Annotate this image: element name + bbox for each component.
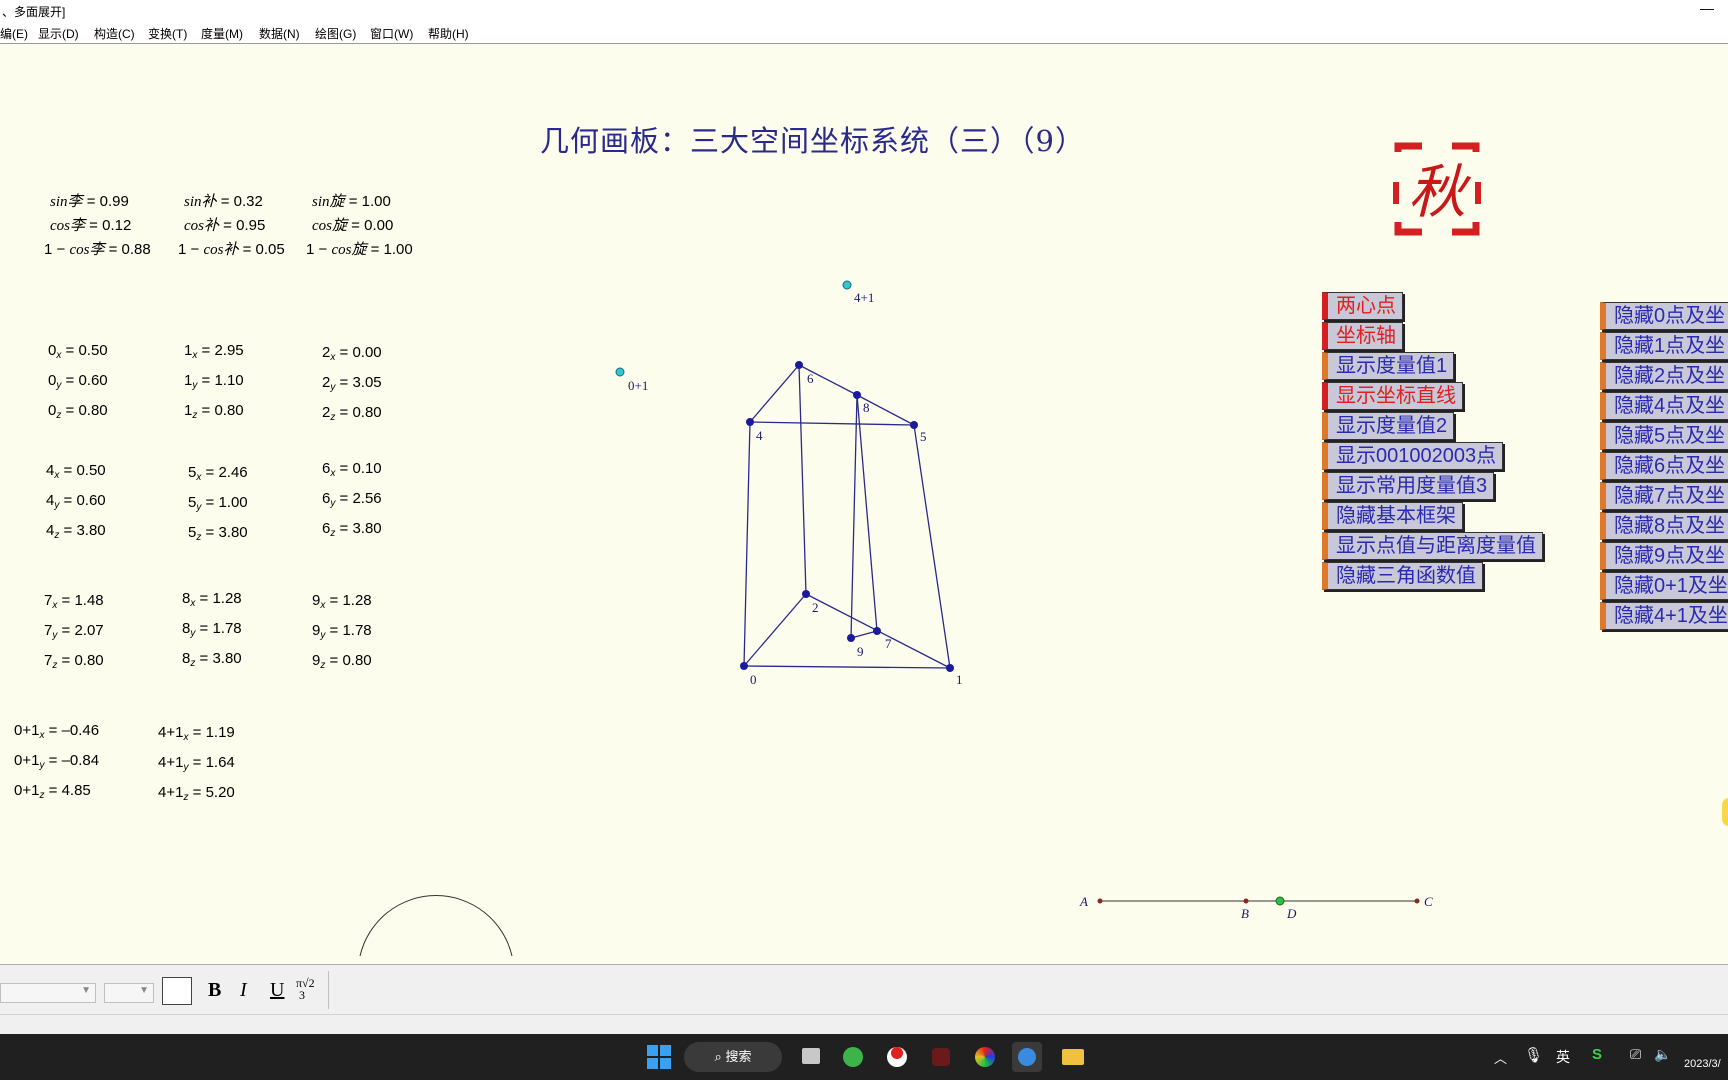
size-select[interactable]: ▼ (104, 983, 154, 1003)
hide-point-button[interactable]: 隐藏8点及坐 (1600, 512, 1728, 540)
slider-label-d: D (1286, 906, 1297, 921)
clock[interactable]: 2023/3/ (1684, 1058, 1721, 1070)
hide-point-button[interactable]: 隐藏9点及坐 (1600, 542, 1728, 570)
volume-icon[interactable]: 🔈 (1654, 1046, 1671, 1063)
hide-point-button[interactable]: 隐藏4点及坐 (1600, 392, 1728, 420)
divider (328, 971, 329, 1009)
math-format-icon[interactable]: π√2 3 (296, 977, 315, 1001)
action-button[interactable]: 两心点 (1322, 292, 1403, 320)
action-button[interactable]: 隐藏三角函数值 (1322, 562, 1483, 590)
label-1: 1 (956, 672, 963, 687)
cursor-highlight (1722, 798, 1728, 826)
edge-9-7 (850, 630, 878, 639)
arc (359, 895, 513, 957)
hide-point-button[interactable]: 隐藏7点及坐 (1600, 482, 1728, 510)
hide-point-button[interactable]: 隐藏4+1及坐 (1600, 602, 1728, 630)
point-4plus1 (842, 280, 852, 290)
label-2: 2 (812, 600, 819, 615)
point-0plus1 (615, 367, 625, 377)
hide-point-button[interactable]: 隐藏6点及坐 (1600, 452, 1728, 480)
point-6 (795, 361, 803, 369)
label-6: 6 (807, 371, 814, 386)
action-button[interactable]: 坐标轴 (1322, 322, 1403, 350)
hide-point-button[interactable]: 隐藏0+1及坐 (1600, 572, 1728, 600)
action-button[interactable]: 显示度量值2 (1322, 412, 1455, 440)
point-0 (740, 662, 748, 670)
label-8: 8 (863, 400, 870, 415)
edge-8-7 (856, 394, 878, 632)
network-icon[interactable]: ⎚ (1630, 1046, 1641, 1063)
label-9: 9 (857, 644, 864, 659)
edge-0-1 (743, 665, 951, 669)
edge-0-4 (743, 421, 751, 667)
record-icon[interactable] (882, 1042, 912, 1072)
taskbar: ⌕ 搜索 ︿ 🎙 英 S ⎚ 🔈 2023/3/ (0, 1034, 1728, 1080)
hide-point-button[interactable]: 隐藏2点及坐 (1600, 362, 1728, 390)
italic-button[interactable]: I (240, 979, 247, 1002)
hide-point-button[interactable]: 隐藏0点及坐 (1600, 302, 1728, 330)
edge-1-5 (913, 424, 951, 669)
slider-point-d (1275, 896, 1285, 906)
status-bar (0, 1014, 1728, 1035)
slider-label-c: C (1424, 894, 1433, 909)
point-5 (910, 421, 918, 429)
action-button[interactable]: 显示001002003点 (1322, 442, 1504, 470)
task-view-icon[interactable] (796, 1042, 826, 1072)
action-button[interactable]: 显示坐标直线 (1322, 382, 1463, 410)
edge-2-6 (798, 364, 807, 595)
slider-point-a (1097, 898, 1103, 904)
file-explorer-icon[interactable] (1058, 1042, 1088, 1072)
microphone-icon[interactable]: 🎙 (1524, 1046, 1543, 1064)
app-green-icon[interactable] (838, 1042, 868, 1072)
label-5: 5 (920, 429, 927, 444)
search-box[interactable]: ⌕ 搜索 (684, 1042, 782, 1072)
action-button[interactable]: 显示常用度量值3 (1322, 472, 1495, 500)
camera-app-icon[interactable] (926, 1042, 956, 1072)
point-2 (802, 590, 810, 598)
font-select[interactable]: ▼ (0, 983, 96, 1003)
edge-4-6 (749, 364, 800, 423)
label-4: 4 (756, 428, 763, 443)
sketchpad-app-icon[interactable] (1012, 1042, 1042, 1072)
tray-app-icon[interactable]: S (1592, 1046, 1602, 1063)
underline-button[interactable]: U (270, 979, 284, 1002)
point-4 (746, 418, 754, 426)
slider-point-b (1243, 898, 1249, 904)
text-format-bar: ▼ ▼ B I U π√2 3 (0, 964, 1728, 1015)
bold-button[interactable]: B (208, 979, 221, 1002)
hide-point-button[interactable]: 隐藏1点及坐 (1600, 332, 1728, 360)
label-0plus1: 0+1 (628, 378, 648, 393)
edge-0-2 (743, 593, 807, 667)
point-8 (853, 391, 861, 399)
slider-label-a: A (1079, 894, 1088, 909)
slider-point-c (1414, 898, 1420, 904)
windows-start-icon[interactable] (644, 1042, 674, 1072)
point-1 (946, 664, 954, 672)
label-4plus1: 4+1 (854, 290, 874, 305)
colorful-app-icon[interactable] (970, 1042, 1000, 1072)
point-7 (873, 627, 881, 635)
slider-label-b: B (1241, 906, 1249, 921)
action-button[interactable]: 显示点值与距离度量值 (1322, 532, 1543, 560)
hide-point-button[interactable]: 隐藏5点及坐 (1600, 422, 1728, 450)
ime-indicator[interactable]: 英 (1556, 1047, 1570, 1067)
label-7: 7 (885, 636, 892, 651)
search-icon: ⌕ (714, 1049, 726, 1064)
edge-8-9 (850, 394, 858, 639)
point-9 (847, 634, 855, 642)
action-button[interactable]: 显示度量值1 (1322, 352, 1455, 380)
action-button[interactable]: 隐藏基本框架 (1322, 502, 1463, 530)
label-0: 0 (750, 672, 757, 687)
edge-4-5 (749, 421, 915, 426)
color-button[interactable] (162, 977, 192, 1005)
chevron-up-icon[interactable]: ︿ (1494, 1048, 1507, 1067)
